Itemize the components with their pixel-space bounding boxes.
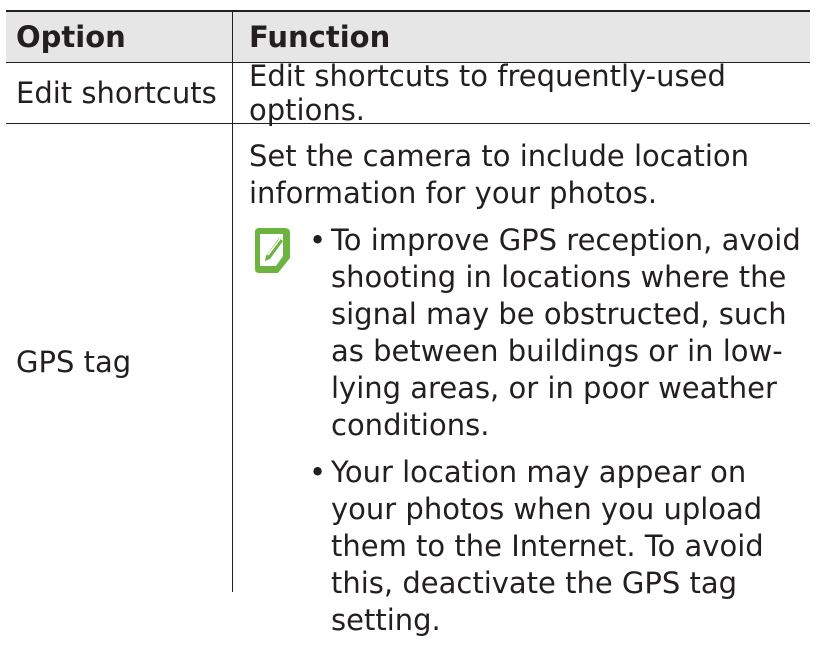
bullet: • [309,223,327,257]
note-item: • Your location may appear on your photo… [309,454,810,639]
header-function: Function [232,12,810,62]
row-function-edit-shortcuts: Edit shortcuts to frequently-used option… [232,59,810,127]
options-table: Option Function Edit shortcuts Edit shor… [6,10,810,637]
header-option: Option [16,20,126,54]
row-function-gps-tag: Set the camera to include location infor… [232,124,810,637]
bullet: • [309,455,327,489]
note-text: Your location may appear on your photos … [331,455,764,637]
row-option-gps-tag: GPS tag [16,345,132,379]
note-block: • To improve GPS reception, avoid shooti… [249,222,810,649]
gps-tag-description: Set the camera to include location infor… [249,139,750,210]
table-row: GPS tag Set the camera to include locati… [6,124,810,637]
note-list: • To improve GPS reception, avoid shooti… [309,222,810,649]
table-row: Edit shortcuts Edit shortcuts to frequen… [6,59,810,127]
note-text: To improve GPS reception, avoid shooting… [331,223,801,442]
table-header-row: Option Function [6,10,810,63]
note-item: • To improve GPS reception, avoid shooti… [309,222,810,444]
row-option-edit-shortcuts: Edit shortcuts [16,76,217,110]
note-pencil-icon [255,228,290,273]
